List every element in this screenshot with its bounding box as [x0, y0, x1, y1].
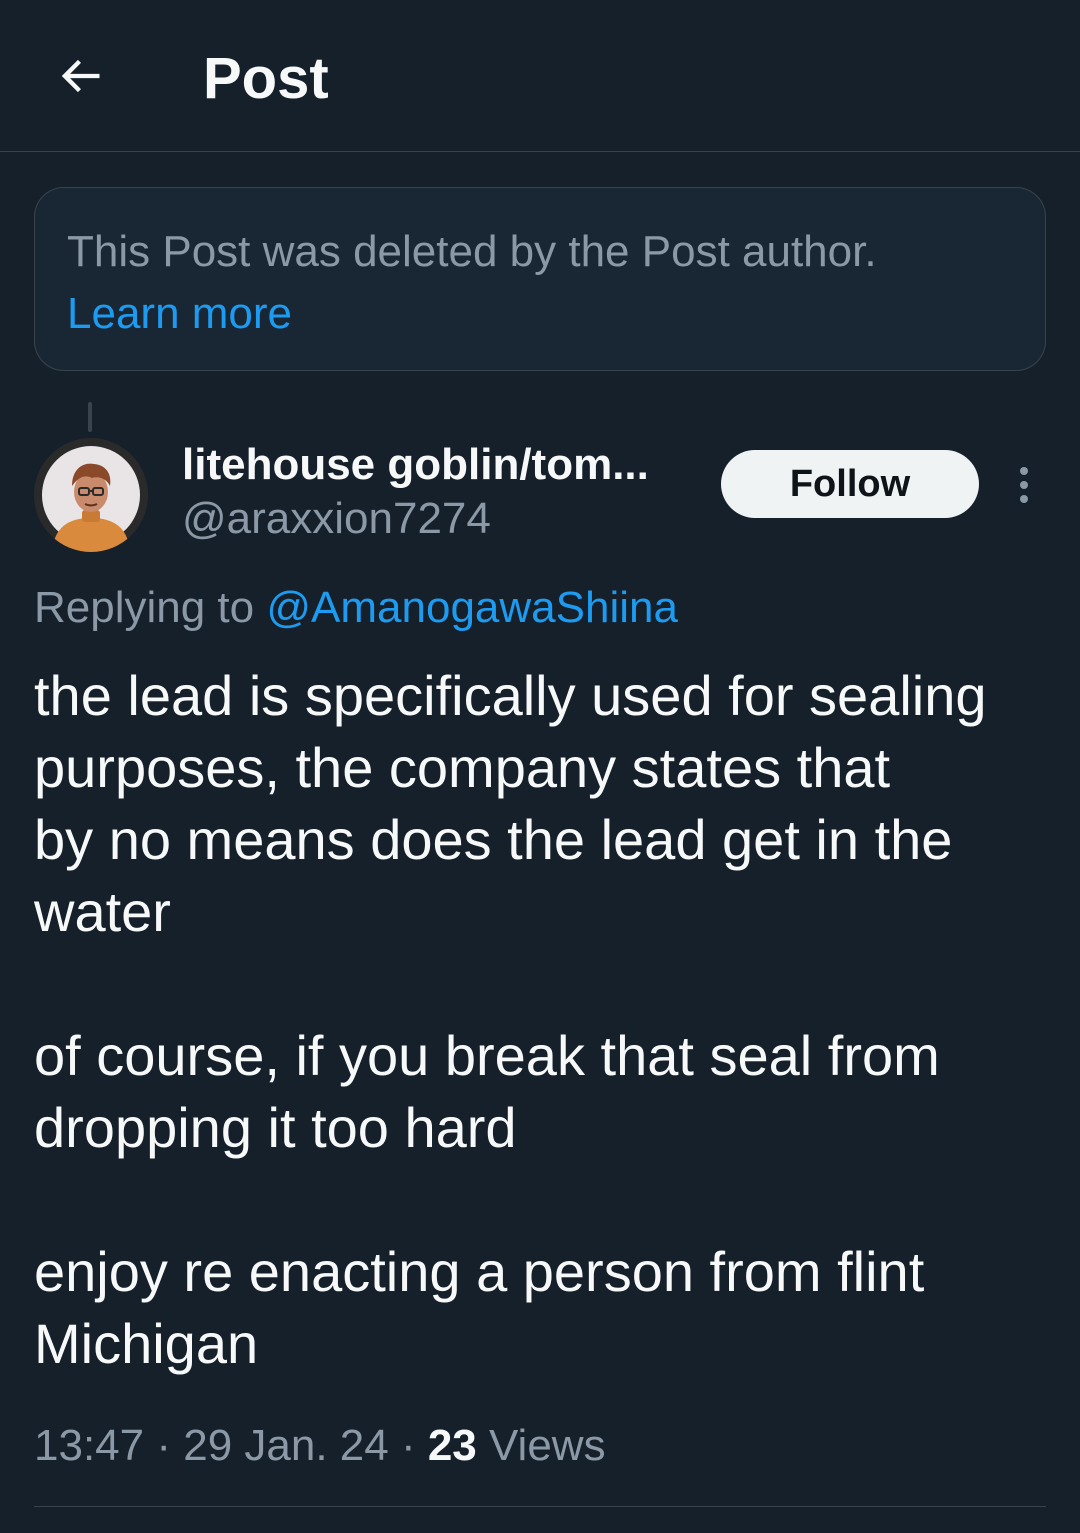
- post-line: the lead is specifically used for sealin…: [34, 664, 987, 727]
- views-count[interactable]: 23: [428, 1421, 477, 1470]
- divider: [34, 1506, 1046, 1507]
- meta-separator: ·: [388, 1421, 428, 1470]
- deleted-post-notice: This Post was deleted by the Post author…: [34, 187, 1046, 371]
- replying-to-mention[interactable]: @AmanogawaShiina: [266, 583, 678, 632]
- post-line: by no means does the lead get in the: [34, 808, 953, 871]
- post-line: dropping it too hard: [34, 1096, 517, 1159]
- post-time[interactable]: 13:47: [34, 1421, 144, 1470]
- replying-to: Replying to @AmanogawaShiina: [34, 580, 678, 636]
- post-line: water: [34, 880, 171, 943]
- views-label: Views: [476, 1421, 606, 1470]
- post-line: purposes, the company states that: [34, 736, 891, 799]
- post-paragraph: of course, if you break that seal from d…: [34, 1020, 1054, 1164]
- post-line: of course, if you break that seal from: [34, 1024, 940, 1087]
- top-bar: Post: [0, 0, 1080, 152]
- follow-button[interactable]: Follow: [721, 450, 979, 518]
- post-paragraph: the lead is specifically used for sealin…: [34, 660, 1054, 948]
- arrow-left-icon: [61, 59, 100, 93]
- deleted-notice-text: This Post was deleted by the Post author…: [67, 227, 877, 276]
- page-title: Post: [203, 46, 329, 111]
- post-date[interactable]: 29 Jan. 24: [183, 1421, 389, 1470]
- post-paragraph: enjoy re enacting a person from flint Mi…: [34, 1236, 1054, 1380]
- avatar[interactable]: [34, 438, 148, 552]
- post-line: enjoy re enacting a person from flint: [34, 1240, 925, 1303]
- back-button[interactable]: [50, 46, 110, 106]
- more-options-button[interactable]: [1004, 460, 1044, 510]
- author-handle: @araxxion7274: [182, 494, 491, 543]
- author-display-name[interactable]: litehouse goblin/tom...: [182, 438, 649, 492]
- more-vertical-icon: [1020, 467, 1028, 503]
- replying-to-label: Replying to: [34, 583, 267, 632]
- thread-connector: [88, 402, 92, 432]
- post-text: the lead is specifically used for sealin…: [34, 660, 1054, 1380]
- post-meta: 13:47 · 29 Jan. 24 · 23 Views: [34, 1418, 606, 1474]
- post-line: Michigan: [34, 1312, 259, 1375]
- learn-more-link[interactable]: Learn more: [67, 286, 292, 342]
- avatar-illustration: [34, 438, 148, 552]
- meta-separator: ·: [144, 1421, 184, 1470]
